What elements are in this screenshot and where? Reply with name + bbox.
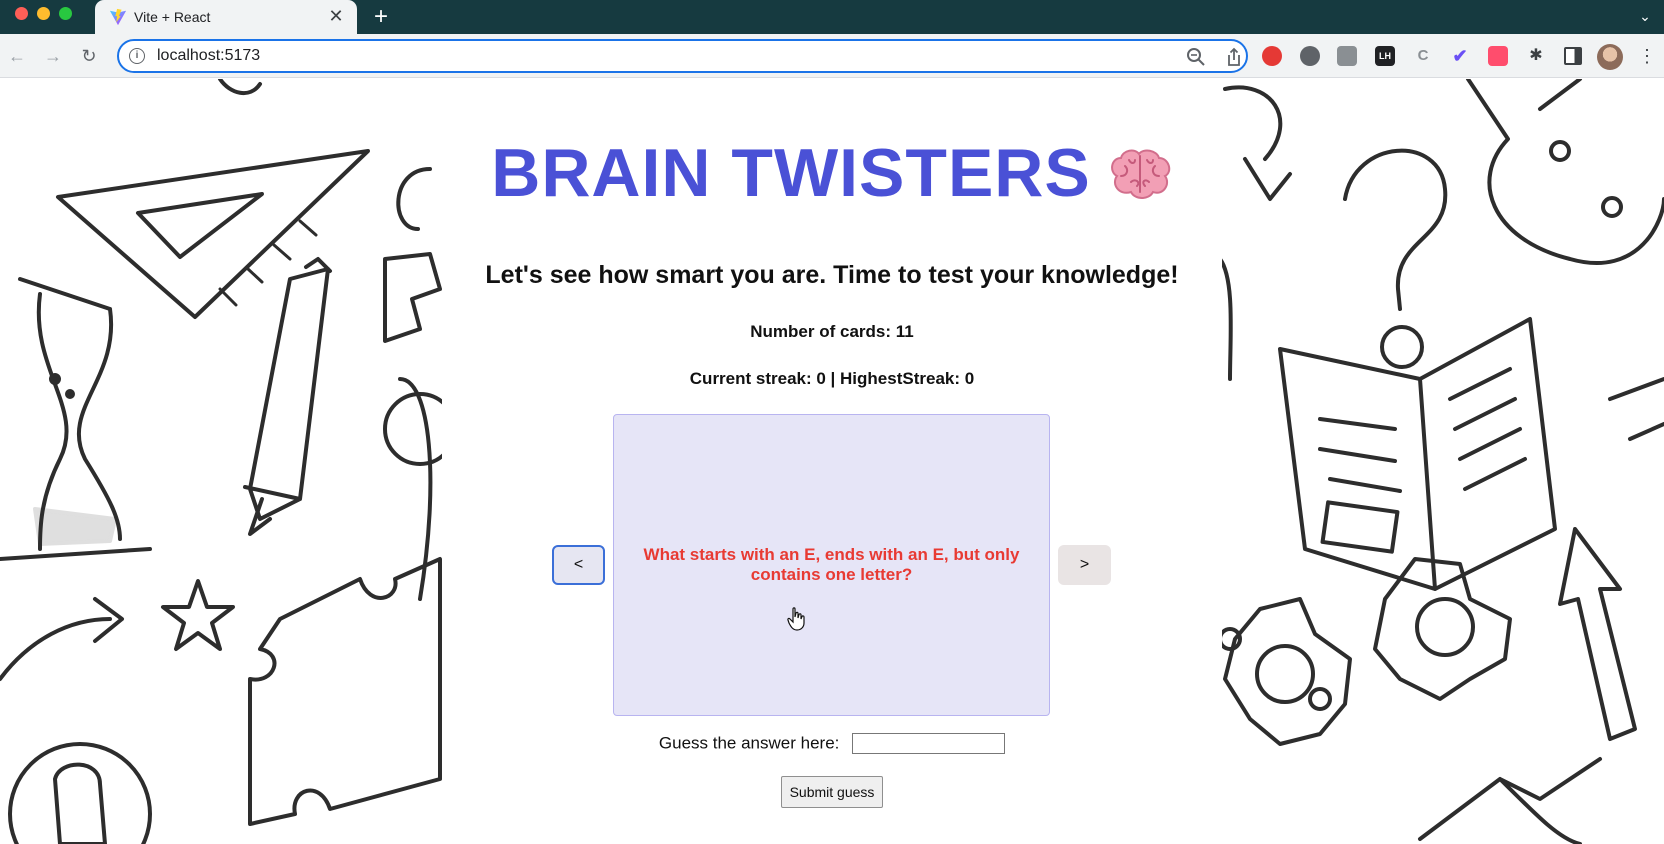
browser-toolbar: ← → ↻ i localhost:5173 ☆ LH C ✔ ✱ ⋮	[0, 34, 1664, 78]
curved-arrow-icon	[0, 597, 124, 681]
star-icon	[161, 579, 235, 651]
vite-logo-icon	[109, 8, 127, 26]
main-panel: BRAIN TWISTERS Let's see how smart you a…	[442, 79, 1222, 844]
share-icon[interactable]	[1223, 46, 1245, 68]
dice-extension-icon[interactable]	[1488, 46, 1508, 66]
flashcard[interactable]: What starts with an E, ends with an E, b…	[613, 414, 1050, 716]
site-info-icon[interactable]: i	[129, 48, 145, 64]
previous-card-button[interactable]: <	[552, 545, 605, 585]
next-card-button[interactable]: >	[1058, 545, 1111, 585]
tab-strip: Vite + React ✕ + ⌄	[0, 0, 1664, 34]
lh-extension-icon[interactable]: LH	[1375, 46, 1395, 66]
pencil-icon	[243, 257, 332, 521]
new-tab-button[interactable]: +	[368, 4, 394, 30]
close-window-button[interactable]	[15, 7, 28, 20]
gear-cog-icon	[1223, 597, 1352, 746]
submit-guess-button[interactable]: Submit guess	[781, 776, 883, 808]
hand-cursor-icon	[787, 607, 805, 631]
card-count: Number of cards: 11	[750, 322, 914, 341]
url-text[interactable]: localhost:5173	[157, 47, 260, 65]
check-extension-icon[interactable]: ✔	[1450, 46, 1470, 66]
flask-icon	[1466, 79, 1664, 265]
zoom-icon[interactable]	[1185, 46, 1207, 68]
address-bar[interactable]: i localhost:5173 ☆	[117, 39, 1277, 73]
page-viewport: BRAIN TWISTERS Let's see how smart you a…	[0, 79, 1664, 844]
guess-input[interactable]	[852, 733, 1006, 755]
reload-icon[interactable]: ↻	[76, 43, 102, 69]
more-menu-icon[interactable]: ⋮	[1636, 44, 1658, 68]
c-extension-icon[interactable]: C	[1413, 46, 1433, 66]
side-panel-icon[interactable]	[1564, 47, 1582, 65]
back-arrow-icon[interactable]: ←	[4, 43, 30, 69]
tab-title: Vite + React	[134, 9, 211, 25]
puzzle-piece-icon	[248, 557, 442, 826]
streak-counter: Current streak: 0 | HighestStreak: 0	[689, 369, 975, 388]
guess-label: Guess the answer here:	[658, 733, 840, 753]
maximize-window-button[interactable]	[59, 7, 72, 20]
tab-search-chevron-icon[interactable]: ⌄	[1634, 5, 1656, 27]
page-title: BRAIN TWISTERS	[491, 135, 1091, 211]
browser-tab[interactable]: Vite + React ✕	[95, 0, 357, 34]
forward-arrow-icon[interactable]: →	[40, 43, 66, 69]
close-tab-icon[interactable]: ✕	[325, 5, 347, 27]
brain-icon	[1110, 149, 1171, 199]
up-arrow-icon	[1558, 527, 1637, 741]
title-row: BRAIN TWISTERS	[442, 134, 1222, 212]
profile-avatar[interactable]	[1597, 44, 1623, 70]
question-mark-icon	[1343, 148, 1448, 311]
notes-icon[interactable]	[1337, 46, 1357, 66]
gear-icon[interactable]	[1300, 46, 1320, 66]
card-question: What starts with an E, ends with an E, b…	[643, 545, 1020, 584]
adblock-icon[interactable]	[1262, 46, 1282, 66]
subtitle: Let's see how smart you are. Time to tes…	[485, 261, 1179, 289]
guess-row: Guess the answer here:	[442, 733, 1222, 755]
minimize-window-button[interactable]	[37, 7, 50, 20]
puzzle-icon[interactable]: ✱	[1526, 46, 1546, 66]
